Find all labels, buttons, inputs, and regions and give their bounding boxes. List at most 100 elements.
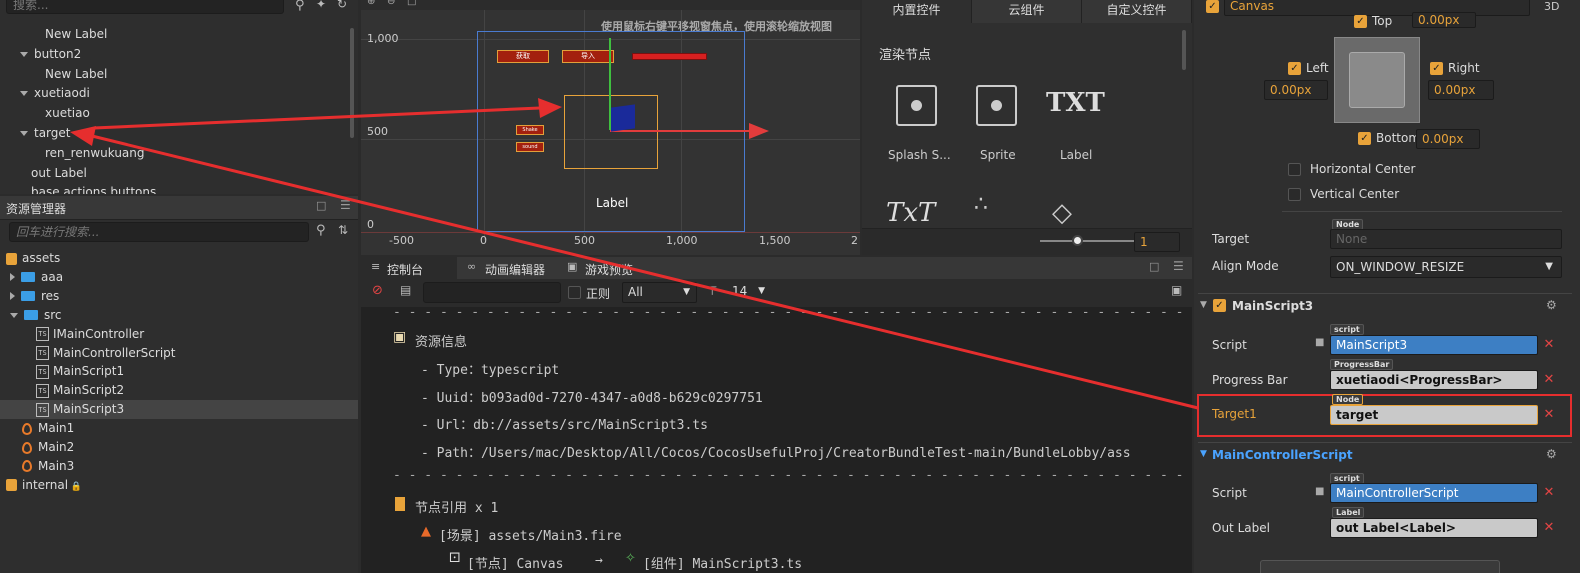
zoom-out-icon[interactable]: ⊖ [387,0,395,7]
tab-animation-editor[interactable]: ∞ 动画编辑器 [461,257,561,279]
target1-field[interactable]: target [1330,405,1538,425]
chevron-down-icon[interactable] [20,91,28,97]
scene-progress-bar[interactable] [632,53,707,60]
scene-small-button-1[interactable]: Shake [516,125,544,135]
font-size-select[interactable]: 14 ▼ [727,282,769,303]
gear-icon[interactable]: ⚙ [1546,447,1557,461]
canvas-active-checkbox[interactable]: ✓ [1206,0,1219,13]
regex-checkbox[interactable] [568,286,581,299]
splash-sprite-item[interactable] [886,77,946,157]
target-selection-box[interactable] [564,95,658,169]
scene-button-2[interactable]: 导入 [562,50,614,63]
refresh-icon[interactable]: ↻ [337,0,347,11]
left-checkbox[interactable]: ✓ [1288,62,1301,75]
log-file-icon[interactable]: ▤ [400,283,411,297]
remove-icon[interactable]: ✕ [1540,370,1558,390]
hierarchy-node[interactable]: New Label [45,65,107,84]
hierarchy-node[interactable]: out Label [31,164,87,183]
asset-item[interactable]: Main1 [22,419,74,438]
controller-script-field[interactable]: MainControllerScript [1330,483,1538,503]
chevron-right-icon[interactable] [10,273,15,282]
chevron-down-icon[interactable] [20,131,28,136]
menu-icon[interactable]: ☰ [340,198,351,212]
asset-item[interactable]: assets [6,249,60,268]
hierarchy-node[interactable]: button2 [20,45,81,64]
scene-label-text[interactable]: Label [596,196,628,210]
zoom-value-input[interactable]: 1 [1134,232,1180,252]
asset-item[interactable]: res [10,287,59,306]
sprite-icon[interactable] [976,85,1017,126]
controls-scrollbar[interactable] [1182,30,1186,70]
remove-icon[interactable]: ✕ [1540,335,1558,355]
right-checkbox[interactable]: ✓ [1430,62,1443,75]
progress-bar-field[interactable]: xuetiaodi<ProgressBar> [1330,370,1538,390]
hierarchy-node[interactable]: New Label [45,25,107,44]
chevron-down-icon[interactable] [20,51,28,57]
asset-item[interactable]: TS MainScript2 [36,381,124,400]
tab-cloud-components[interactable]: 云组件 [972,0,1082,23]
remove-icon[interactable]: ✕ [1540,518,1558,538]
search-icon[interactable]: ⚲ [295,0,305,13]
asset-item[interactable]: TS MainScript3 [0,400,358,420]
asset-item[interactable]: TS IMainController [36,325,144,344]
asset-item[interactable]: internal 🔒 [6,476,82,495]
hierarchy-node[interactable]: base actions buttons [31,183,156,194]
right-value-input[interactable]: 0.00px [1428,80,1494,100]
tab-console[interactable]: ≡ 控制台 [361,257,457,279]
clear-console-icon[interactable]: ⊘ [372,283,383,298]
label-txt-icon[interactable]: TXT [1046,88,1105,118]
add-component-button[interactable] [1260,560,1500,573]
asset-item[interactable]: Main3 [22,457,74,476]
asset-item[interactable]: aaa [10,268,63,287]
align-mode-select[interactable]: ON_WINDOW_RESIZE ▼ [1330,256,1562,278]
hierarchy-node[interactable]: target [20,124,71,143]
popout-icon[interactable]: □ [316,199,326,212]
remove-icon[interactable]: ✕ [1540,405,1558,425]
chevron-down-icon[interactable] [10,312,18,318]
menu-icon[interactable]: ☰ [1173,259,1184,273]
chevron-right-icon[interactable] [10,292,15,301]
asset-item[interactable]: Main2 [22,438,74,457]
hierarchy-search-input[interactable]: 搜索... [6,0,284,14]
log-level-select[interactable]: All ▼ [622,282,697,303]
scene-button-1[interactable]: 获取 [497,50,549,63]
scene-small-button-2[interactable]: sound [516,142,544,152]
hierarchy-node[interactable]: xuetiao [45,104,90,123]
top-value-input[interactable]: 0.00px [1412,12,1476,28]
horizontal-center-checkbox[interactable] [1288,163,1301,176]
3d-badge[interactable]: 3D [1544,0,1559,13]
search-icon[interactable]: ⚲ [316,223,326,238]
tiledmap-icon[interactable]: ◇ [1052,198,1072,228]
x-axis-arrowhead[interactable] [749,123,769,139]
mainscript3-enabled-checkbox[interactable]: ✓ [1213,299,1226,312]
mainscript3-header[interactable]: ▼ ✓ MainScript3 ⚙ [1198,293,1572,317]
tab-builtin-controls[interactable]: 内置控件 [862,0,972,23]
sort-icon[interactable]: ⇅ [338,223,348,237]
remove-icon[interactable]: ✕ [1540,483,1558,503]
vertical-center-checkbox[interactable] [1288,188,1301,201]
richtext-icon[interactable]: TxT [886,198,935,228]
left-value-input[interactable]: 0.00px [1264,80,1328,100]
collapse-icon[interactable]: ▣ [1171,283,1182,297]
x-axis-gizmo[interactable] [610,130,750,132]
maincontroller-header[interactable]: ▼ MainControllerScript ⚙ [1198,442,1572,466]
hierarchy-scrollbar[interactable] [350,28,354,138]
target-node-field[interactable]: None [1330,229,1562,249]
bottom-value-input[interactable]: 0.00px [1416,129,1480,149]
console-filter-input[interactable] [423,282,561,303]
zoom-slider-handle[interactable] [1072,235,1083,246]
script-field[interactable]: MainScript3 [1330,335,1538,355]
tab-custom-controls[interactable]: 自定义控件 [1082,0,1192,23]
assets-search-input[interactable]: 回车进行搜索... [9,222,309,242]
pin-icon[interactable]: ✦ [316,0,326,11]
popout-icon[interactable]: □ [1149,260,1159,273]
hierarchy-node[interactable]: ren_renwukuang [45,144,145,163]
asset-item[interactable]: TS MainControllerScript [36,344,175,363]
target-sprite[interactable] [611,104,635,132]
out-label-field[interactable]: out Label<Label> [1330,518,1538,538]
particle-icon[interactable]: ∴ [974,192,988,217]
top-checkbox[interactable]: ✓ [1354,15,1367,28]
asset-item[interactable]: src [10,306,62,325]
hierarchy-node[interactable]: xuetiaodi [20,84,90,103]
asset-item[interactable]: TS MainScript1 [36,362,124,381]
